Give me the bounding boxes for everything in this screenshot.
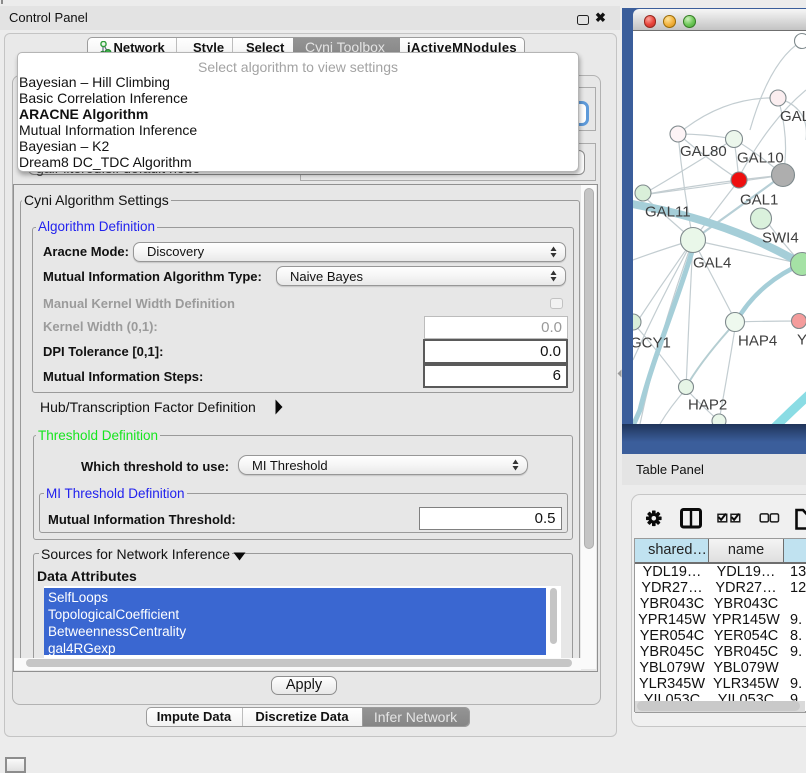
svg-text:GAL80: GAL80: [780, 108, 806, 125]
svg-text:GCY1: GCY1: [633, 335, 671, 352]
svg-text:GAL10: GAL10: [737, 150, 784, 167]
svg-text:YM: YM: [797, 332, 806, 349]
svg-text:HAP4: HAP4: [738, 333, 777, 350]
svg-text:HAP2: HAP2: [688, 397, 727, 414]
svg-text:GAL80: GAL80: [680, 143, 727, 160]
svg-text:GAL11: GAL11: [645, 204, 691, 221]
svg-text:GAL4: GAL4: [693, 255, 731, 272]
svg-text:GAL1: GAL1: [740, 192, 778, 209]
svg-text:SWI4: SWI4: [762, 230, 799, 247]
